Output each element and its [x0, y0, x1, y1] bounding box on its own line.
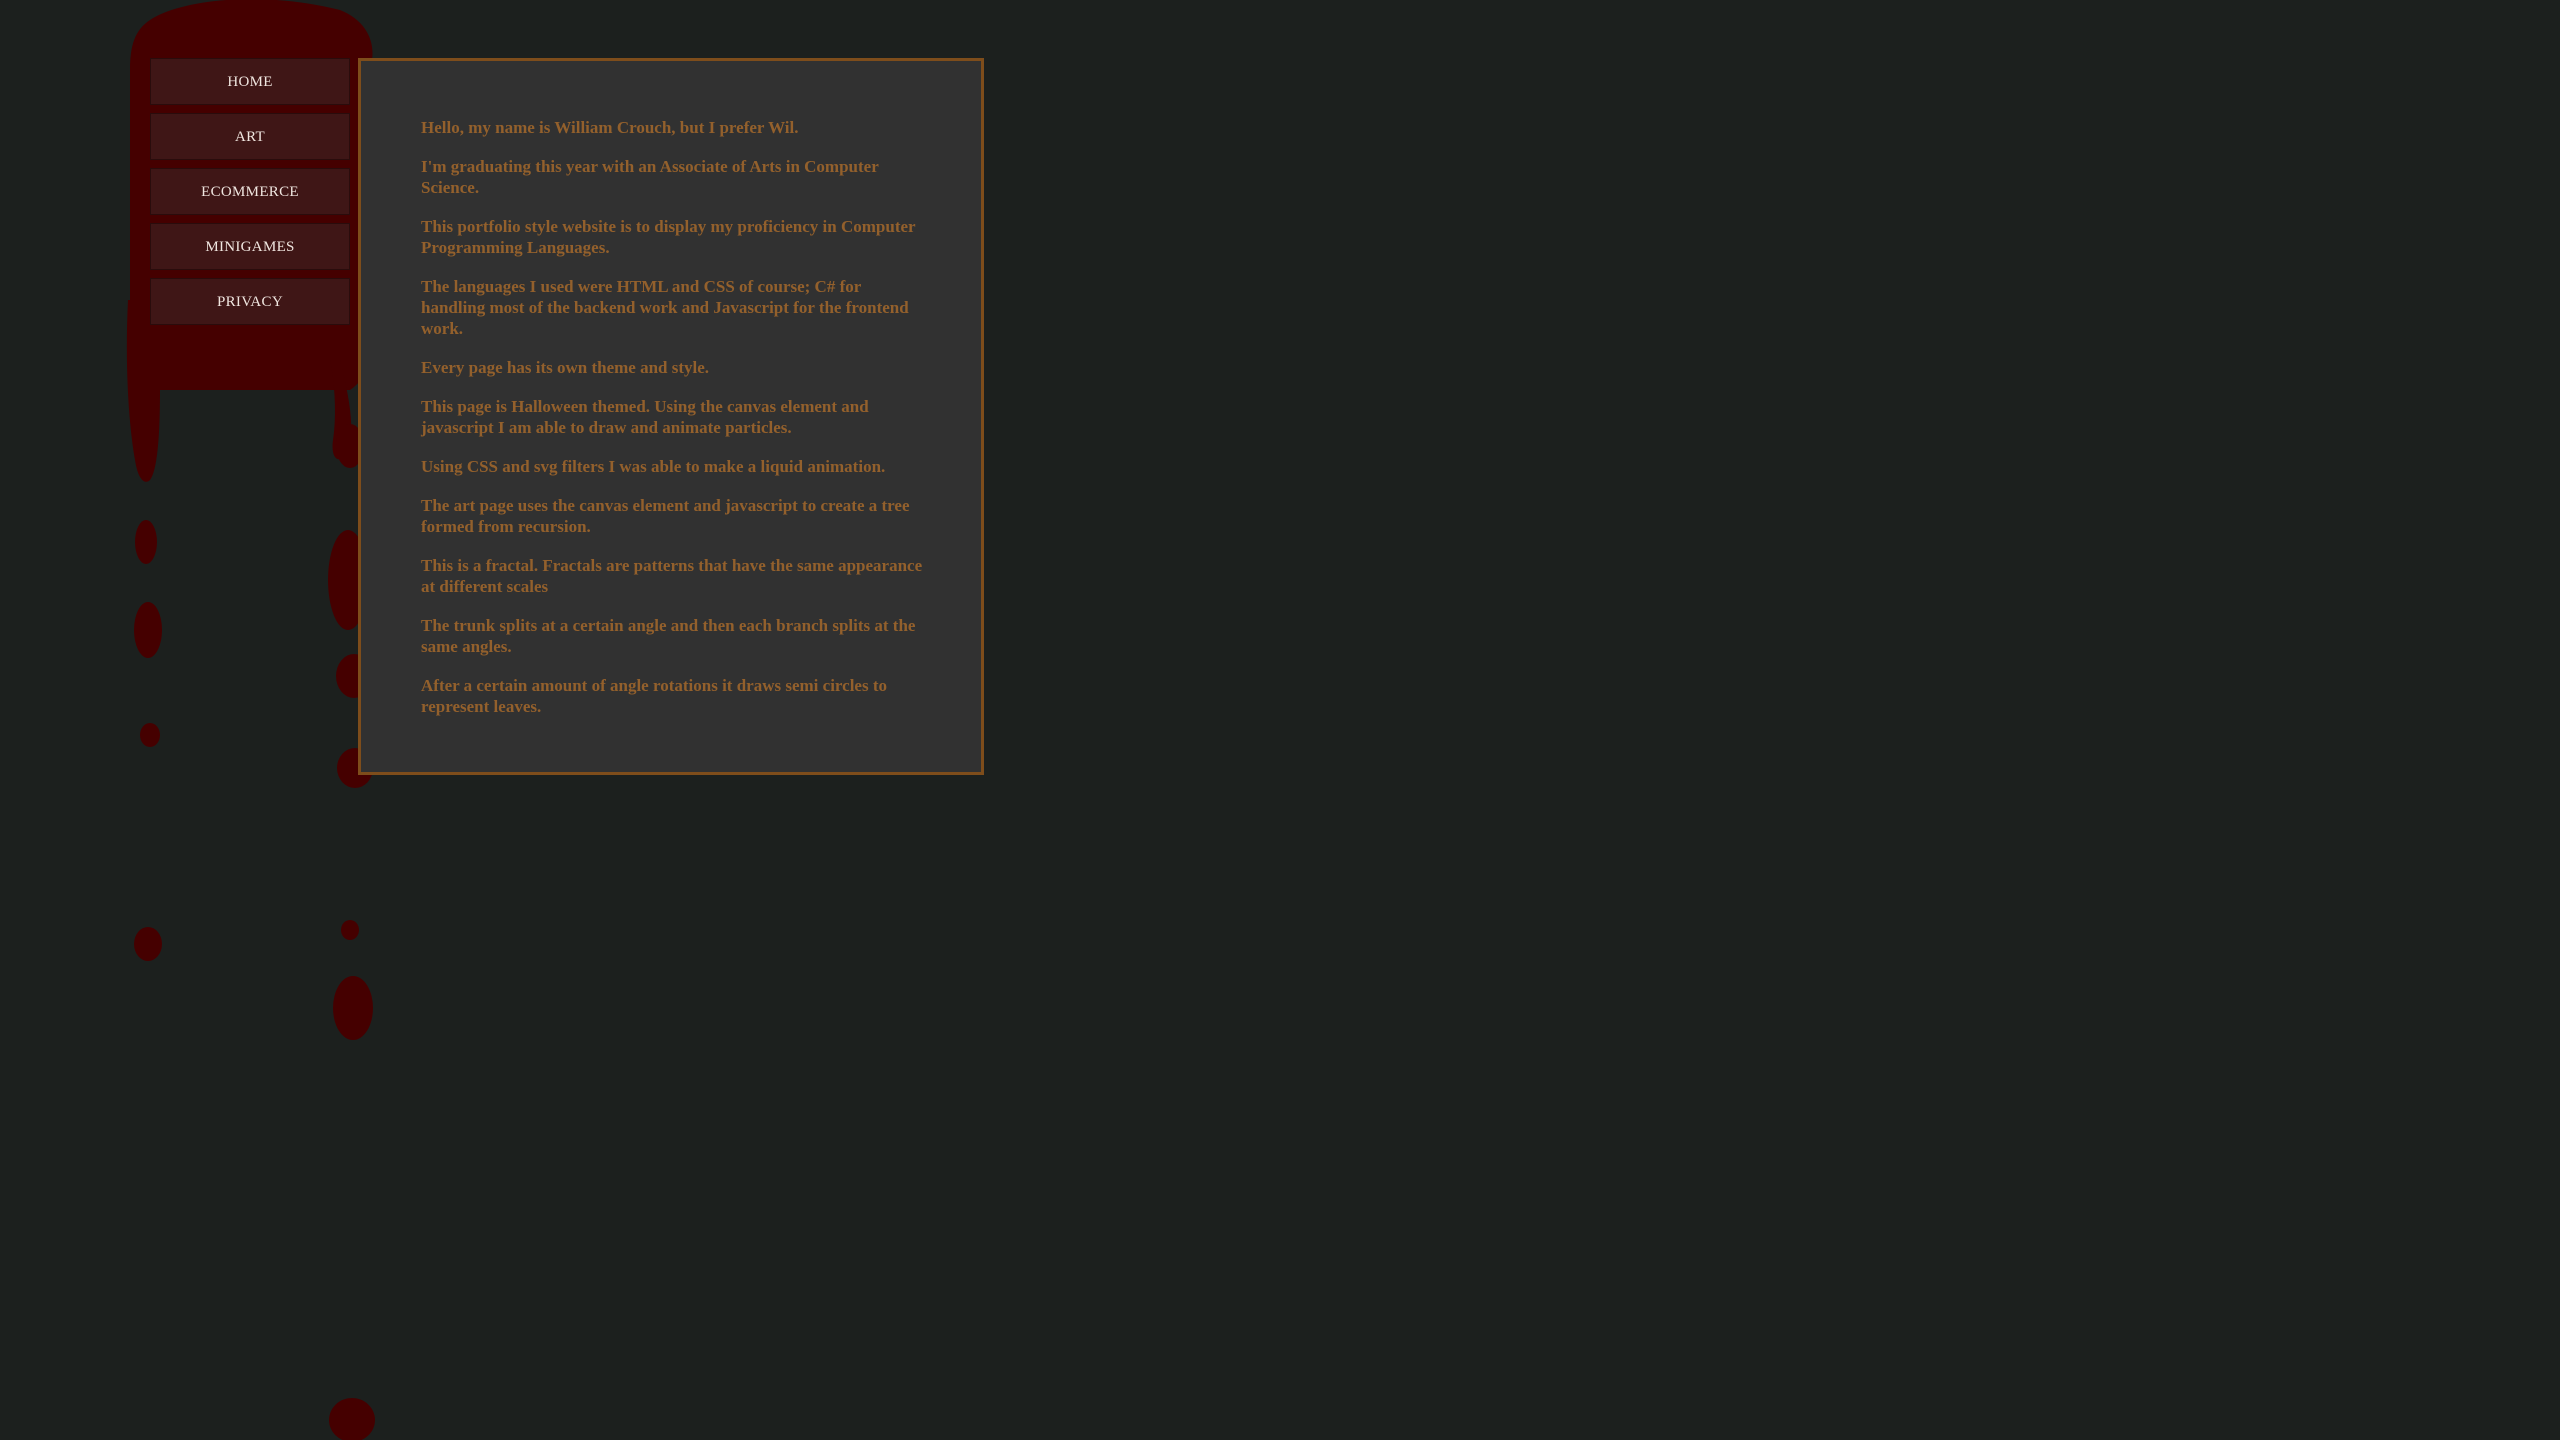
theme-paragraph: Every page has its own theme and style. [421, 358, 710, 377]
languages-paragraph: The languages I used were HTML and CSS o… [421, 277, 909, 338]
page: HOME ART ECOMMERCE MINIGAMES PRIVACY Hel… [0, 0, 2560, 1440]
nav-art-button[interactable]: ART [150, 113, 350, 160]
nav-minigames-button[interactable]: MINIGAMES [150, 223, 350, 270]
liquid-paragraph: Using CSS and svg filters I was able to … [421, 457, 886, 476]
halloween-paragraph: This page is Halloween themed. Using the… [421, 397, 869, 437]
fractal-paragraph: This is a fractal. Fractals are patterns… [421, 556, 923, 596]
art-page-paragraph: The art page uses the canvas element and… [421, 496, 910, 536]
purpose-paragraph: This portfolio style website is to displ… [421, 217, 916, 257]
degree-paragraph: I'm graduating this year with an Associa… [421, 157, 879, 197]
intro-paragraph: Hello, my name is William Crouch, but I … [421, 118, 799, 137]
nav-privacy-button[interactable]: PRIVACY [150, 278, 350, 325]
leaves-paragraph: After a certain amount of angle rotation… [421, 676, 887, 716]
main-navigation: HOME ART ECOMMERCE MINIGAMES PRIVACY [150, 58, 350, 333]
nav-home-button[interactable]: HOME [150, 58, 350, 105]
trunk-paragraph: The trunk splits at a certain angle and … [421, 616, 916, 656]
nav-ecommerce-button[interactable]: ECOMMERCE [150, 168, 350, 215]
intro-content-panel: Hello, my name is William Crouch, but I … [358, 58, 984, 775]
